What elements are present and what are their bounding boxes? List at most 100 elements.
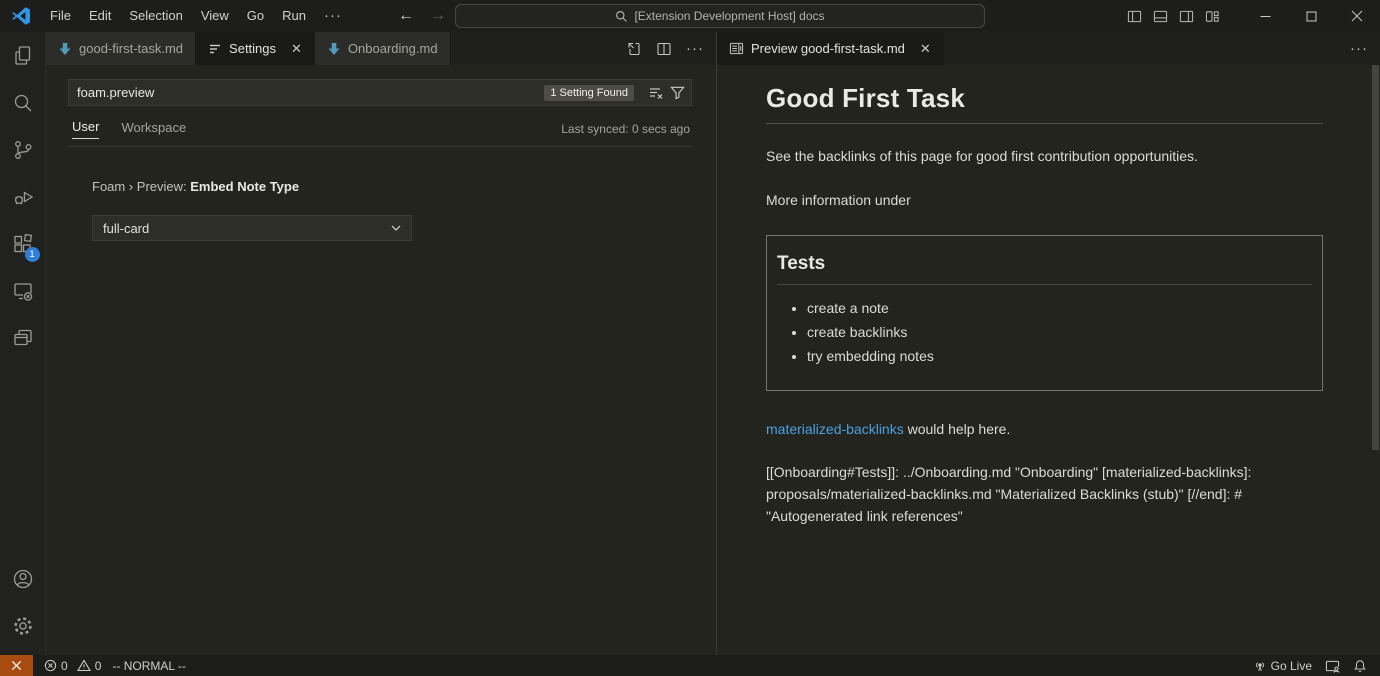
menu-go[interactable]: Go bbox=[238, 1, 273, 31]
settings-scope-row: User Workspace Last synced: 0 secs ago bbox=[68, 119, 692, 147]
embed-note-type-dropdown[interactable]: full-card bbox=[92, 215, 412, 241]
errors-count: 0 bbox=[61, 659, 68, 673]
live-share-icon[interactable] bbox=[1325, 659, 1340, 673]
close-tab-icon[interactable]: ✕ bbox=[291, 41, 302, 57]
broadcast-icon bbox=[1253, 659, 1267, 673]
maximize-button[interactable] bbox=[1288, 0, 1334, 32]
clear-settings-filter-icon[interactable] bbox=[648, 85, 664, 101]
settings-gear-icon[interactable] bbox=[0, 602, 46, 649]
activity-bar: 1 bbox=[0, 32, 46, 655]
tab-label: Preview good-first-task.md bbox=[751, 41, 905, 56]
settings-search-input[interactable] bbox=[77, 85, 544, 100]
preview-title: Good First Task bbox=[766, 83, 1323, 114]
go-back-icon[interactable]: ← bbox=[398, 7, 414, 25]
open-settings-json-icon[interactable] bbox=[626, 41, 642, 57]
close-tab-icon[interactable]: ✕ bbox=[920, 41, 931, 57]
status-bar: 0 0 -- NORMAL -- Go Live bbox=[0, 655, 1380, 676]
tab-onboarding[interactable]: Onboarding.md bbox=[315, 32, 451, 65]
vim-mode-indicator[interactable]: -- NORMAL -- bbox=[112, 659, 186, 673]
go-live-label: Go Live bbox=[1271, 659, 1312, 673]
list-item: create backlinks bbox=[807, 324, 1312, 340]
explorer-icon[interactable] bbox=[0, 32, 46, 79]
markdown-file-icon bbox=[58, 42, 72, 56]
tab-label: Settings bbox=[229, 41, 276, 56]
settings-found-badge: 1 Setting Found bbox=[544, 85, 634, 101]
toggle-primary-sidebar-icon[interactable] bbox=[1127, 9, 1142, 24]
split-editor-icon[interactable] bbox=[656, 41, 672, 57]
tab-label: Onboarding.md bbox=[348, 41, 438, 56]
extensions-badge: 1 bbox=[25, 247, 40, 262]
tab-strip-left: good-first-task.md Settings ✕ Onboardi bbox=[46, 32, 716, 65]
warnings-icon bbox=[77, 659, 91, 672]
setting-name-label: Embed Note Type bbox=[190, 179, 299, 194]
tab-preview-good-first-task[interactable]: Preview good-first-task.md ✕ bbox=[717, 32, 944, 65]
embedded-note-card: Tests create a note create backlinks try… bbox=[766, 235, 1323, 391]
command-center-title: [Extension Development Host] docs bbox=[634, 9, 824, 23]
heading-rule bbox=[777, 284, 1312, 285]
preview-paragraph: materialized-backlinks would help here. bbox=[766, 421, 1323, 437]
warnings-count: 0 bbox=[95, 659, 102, 673]
editor-group-right: Preview good-first-task.md ✕ ··· Good Fi… bbox=[717, 32, 1380, 655]
notifications-bell-icon[interactable] bbox=[1353, 659, 1367, 673]
link-references-paragraph: [[Onboarding#Tests]]: ../Onboarding.md "… bbox=[766, 461, 1323, 528]
command-center-search[interactable]: [Extension Development Host] docs bbox=[455, 4, 985, 28]
run-debug-icon[interactable] bbox=[0, 173, 46, 220]
markdown-preview-icon bbox=[729, 41, 744, 56]
toggle-panel-icon[interactable] bbox=[1153, 9, 1168, 24]
materialized-backlinks-link[interactable]: materialized-backlinks bbox=[766, 421, 904, 437]
preview-paragraph: See the backlinks of this page for good … bbox=[766, 147, 1323, 167]
title-bar: File Edit Selection View Go Run ··· ← → … bbox=[0, 0, 1380, 32]
window-controls bbox=[1127, 0, 1380, 32]
scope-tab-user[interactable]: User bbox=[72, 119, 99, 139]
menu-run[interactable]: Run bbox=[273, 1, 315, 31]
markdown-file-icon bbox=[327, 42, 341, 56]
close-window-button[interactable] bbox=[1334, 0, 1380, 32]
remote-icon bbox=[10, 659, 23, 672]
last-synced-label: Last synced: 0 secs ago bbox=[561, 122, 690, 136]
menu-edit[interactable]: Edit bbox=[80, 1, 120, 31]
title-rule bbox=[766, 123, 1323, 124]
search-view-icon[interactable] bbox=[0, 79, 46, 126]
search-icon bbox=[615, 10, 628, 23]
filter-settings-icon[interactable] bbox=[670, 85, 685, 100]
more-actions-icon[interactable]: ··· bbox=[686, 40, 704, 57]
tab-label: good-first-task.md bbox=[79, 41, 183, 56]
more-actions-icon[interactable]: ··· bbox=[1350, 40, 1368, 57]
source-control-icon[interactable] bbox=[0, 126, 46, 173]
problems-indicator[interactable]: 0 0 bbox=[44, 659, 101, 673]
minimize-button[interactable] bbox=[1242, 0, 1288, 32]
vscode-logo-icon bbox=[11, 6, 31, 26]
menu-view[interactable]: View bbox=[192, 1, 238, 31]
menu-selection[interactable]: Selection bbox=[120, 1, 191, 31]
setting-category-label: Foam › Preview: bbox=[92, 179, 190, 194]
link-suffix-text: would help here. bbox=[904, 421, 1011, 437]
account-icon[interactable] bbox=[0, 555, 46, 602]
errors-icon bbox=[44, 659, 57, 672]
tab-good-first-task[interactable]: good-first-task.md bbox=[46, 32, 196, 65]
preview-paragraph: More information under bbox=[766, 192, 1323, 208]
settings-tab-icon bbox=[208, 42, 222, 56]
settings-search-box: 1 Setting Found bbox=[68, 79, 692, 106]
tab-settings[interactable]: Settings ✕ bbox=[196, 32, 315, 65]
editor-group-left: good-first-task.md Settings ✕ Onboardi bbox=[46, 32, 716, 655]
go-live-button[interactable]: Go Live bbox=[1253, 659, 1312, 673]
list-item: try embedding notes bbox=[807, 348, 1312, 364]
customize-layout-icon[interactable] bbox=[1205, 9, 1220, 24]
tab-strip-right: Preview good-first-task.md ✕ ··· bbox=[717, 32, 1380, 65]
preview-scrollbar[interactable] bbox=[1372, 65, 1379, 450]
setting-embed-note-type: Foam › Preview: Embed Note Type full-car… bbox=[92, 179, 692, 241]
embedded-note-heading: Tests bbox=[777, 253, 1312, 275]
vim-mode-label: -- NORMAL -- bbox=[112, 659, 186, 673]
dropdown-value: full-card bbox=[103, 221, 149, 236]
embedded-note-list: create a note create backlinks try embed… bbox=[807, 300, 1312, 364]
toggle-secondary-sidebar-icon[interactable] bbox=[1179, 9, 1194, 24]
menu-more-icon[interactable]: ··· bbox=[315, 1, 351, 31]
remote-indicator[interactable] bbox=[0, 655, 33, 676]
vscode-window: File Edit Selection View Go Run ··· ← → … bbox=[0, 0, 1380, 676]
windows-view-icon[interactable] bbox=[0, 314, 46, 361]
scope-tab-workspace[interactable]: Workspace bbox=[121, 120, 186, 139]
go-forward-icon: → bbox=[430, 7, 446, 25]
menu-file[interactable]: File bbox=[41, 1, 80, 31]
extensions-icon[interactable]: 1 bbox=[0, 220, 46, 267]
remote-explorer-icon[interactable] bbox=[0, 267, 46, 314]
